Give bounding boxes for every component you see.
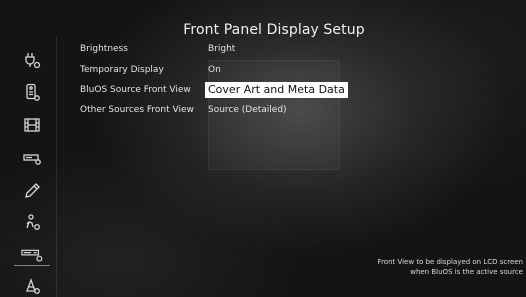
help-text: Front View to be displayed on LCD screen… <box>343 257 523 277</box>
setting-row-bluos-source-front-view[interactable]: BluOS Source Front View Cover Art and Me… <box>80 82 380 98</box>
audio-plug-icon[interactable] <box>21 49 43 71</box>
setting-label: Temporary Display <box>80 65 164 75</box>
display-unit-icon[interactable] <box>21 147 43 169</box>
remote-icon[interactable] <box>21 81 43 103</box>
device-settings-icon[interactable] <box>21 243 43 265</box>
person-gear-icon[interactable] <box>21 211 43 233</box>
setting-label: Other Sources Front View <box>80 105 194 115</box>
active-indicator <box>14 265 50 266</box>
setting-label: BluOS Source Front View <box>80 85 191 95</box>
sidebar <box>0 36 57 297</box>
setting-row-other-sources-front-view[interactable]: Other Sources Front View Source (Detaile… <box>80 102 380 118</box>
pencil-icon[interactable] <box>21 180 43 202</box>
page-title: Front Panel Display Setup <box>183 22 365 38</box>
help-text-line: when BluOS is the active source <box>410 268 523 276</box>
setting-value[interactable]: Bright <box>208 41 235 57</box>
setting-value-selected[interactable]: Cover Art and Meta Data <box>205 82 348 98</box>
setting-row-temporary-display[interactable]: Temporary Display On <box>80 62 380 78</box>
setting-label: Brightness <box>80 44 128 54</box>
speaker-gear-icon[interactable] <box>21 275 43 297</box>
setting-value[interactable]: On <box>208 62 221 78</box>
setting-value[interactable]: Source (Detailed) <box>208 102 287 118</box>
help-text-line: Front View to be displayed on LCD screen <box>377 258 523 266</box>
setting-row-brightness[interactable]: Brightness Bright <box>80 41 380 57</box>
film-icon[interactable] <box>21 114 43 136</box>
